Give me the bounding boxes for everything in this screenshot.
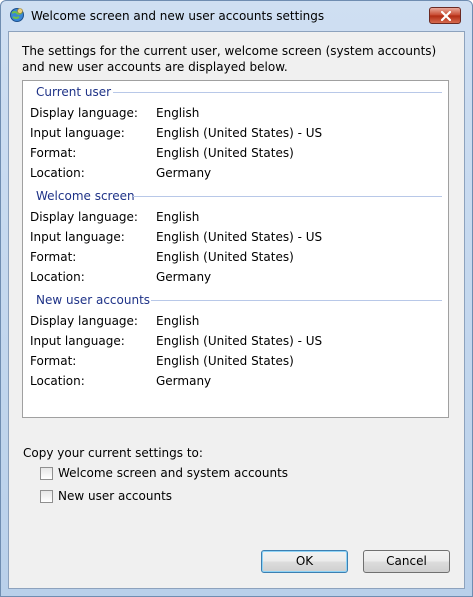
welcome-screen-checkbox[interactable]: [40, 467, 53, 480]
ok-button[interactable]: OK: [261, 550, 348, 573]
close-icon: [441, 11, 451, 21]
section-divider: [133, 196, 442, 197]
row-value: English: [156, 314, 200, 328]
row-label: Location:: [30, 166, 85, 180]
row-value: Germany: [156, 374, 212, 388]
row-value: English: [156, 106, 200, 120]
dialog-window: Welcome screen and new user accounts set…: [0, 0, 473, 597]
section-title-current-user: Current user: [36, 85, 112, 99]
settings-panel: Current user Display language: English I…: [22, 80, 449, 418]
new-user-accounts-checkbox-label[interactable]: New user accounts: [58, 489, 172, 503]
row-value: English: [156, 210, 200, 224]
copy-settings-label: Copy your current settings to:: [23, 446, 203, 460]
title-bar[interactable]: Welcome screen and new user accounts set…: [1, 1, 472, 29]
section-title-welcome-screen: Welcome screen: [36, 189, 135, 203]
row-label: Input language:: [30, 230, 125, 244]
new-user-accounts-checkbox[interactable]: [40, 490, 53, 503]
row-label: Format:: [30, 146, 77, 160]
row-label: Display language:: [30, 314, 138, 328]
window-title: Welcome screen and new user accounts set…: [31, 9, 325, 23]
row-label: Display language:: [30, 106, 138, 120]
cancel-button[interactable]: Cancel: [363, 550, 450, 573]
row-value: English (United States) - US: [156, 230, 323, 244]
section-title-new-user-accounts: New user accounts: [36, 293, 151, 307]
globe-icon: [9, 7, 25, 23]
close-button[interactable]: [429, 7, 461, 24]
welcome-screen-checkbox-label[interactable]: Welcome screen and system accounts: [58, 466, 288, 480]
row-label: Location:: [30, 270, 85, 284]
row-value: Germany: [156, 270, 212, 284]
row-value: English (United States): [156, 250, 294, 264]
section-divider: [151, 300, 442, 301]
section-divider: [113, 92, 442, 93]
description-text: The settings for the current user, welco…: [22, 44, 437, 74]
row-label: Location:: [30, 374, 85, 388]
row-label: Format:: [30, 250, 77, 264]
row-label: Input language:: [30, 334, 125, 348]
row-label: Input language:: [30, 126, 125, 140]
row-value: English (United States): [156, 354, 294, 368]
row-label: Display language:: [30, 210, 138, 224]
row-value: English (United States) - US: [156, 126, 323, 140]
dialog-body: The settings for the current user, welco…: [8, 31, 465, 589]
row-value: English (United States) - US: [156, 334, 323, 348]
row-value: Germany: [156, 166, 212, 180]
row-value: English (United States): [156, 146, 294, 160]
row-label: Format:: [30, 354, 77, 368]
